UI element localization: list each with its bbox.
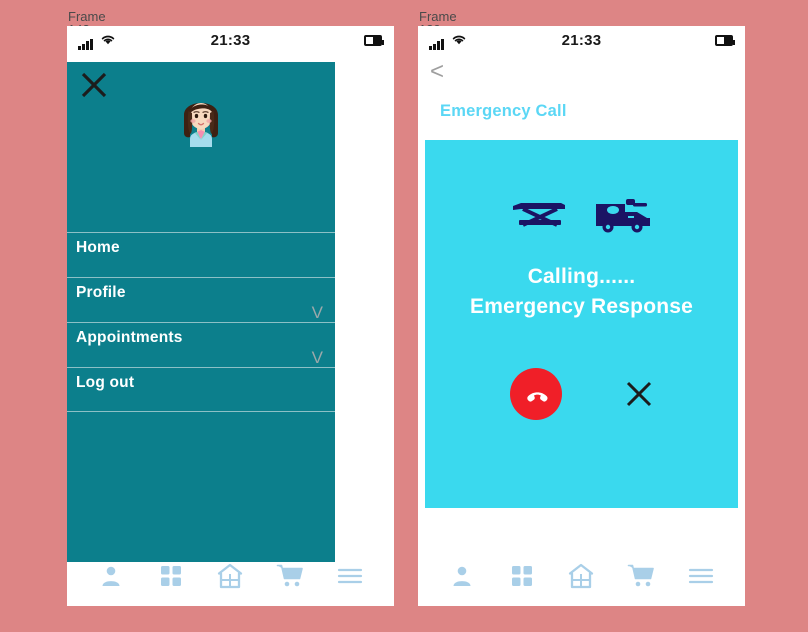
menu-item-log-out[interactable]: Log out bbox=[67, 367, 335, 412]
nav-profile-icon[interactable] bbox=[94, 561, 128, 591]
status-bar-time: 21:33 bbox=[561, 32, 602, 49]
dismiss-call-button[interactable] bbox=[624, 379, 654, 409]
menu-item-label: Log out bbox=[76, 374, 135, 391]
battery-icon bbox=[364, 35, 384, 46]
status-bar: 21:33 bbox=[67, 26, 394, 55]
page-title: Emergency Call bbox=[440, 102, 567, 120]
status-bar-time: 21:33 bbox=[210, 32, 251, 49]
bottom-nav bbox=[67, 554, 394, 598]
chevron-down-icon[interactable]: V bbox=[312, 304, 323, 321]
drawer-menu: Home Profile V Appointments V Log out bbox=[67, 232, 335, 412]
nav-profile-icon[interactable] bbox=[445, 561, 479, 591]
call-panel: Calling...... Emergency Response bbox=[425, 140, 738, 508]
menu-item-appointments[interactable]: Appointments V bbox=[67, 322, 335, 367]
menu-item-label: Profile bbox=[76, 284, 126, 301]
status-bar: 21:33 bbox=[418, 26, 745, 55]
chevron-down-icon[interactable]: V bbox=[312, 349, 323, 366]
nav-cart-icon[interactable] bbox=[624, 561, 658, 591]
nav-menu-icon[interactable] bbox=[333, 561, 367, 591]
nav-house-icon[interactable] bbox=[564, 561, 598, 591]
menu-item-label: Appointments bbox=[76, 329, 183, 346]
close-x-icon[interactable] bbox=[79, 70, 109, 100]
phone-emergency-call-screen: 21:33 < Emergency Call Calling...... Eme… bbox=[418, 26, 745, 606]
hang-up-button[interactable] bbox=[509, 368, 562, 420]
nav-cart-icon[interactable] bbox=[273, 561, 307, 591]
call-actions bbox=[425, 368, 738, 420]
menu-item-profile[interactable]: Profile V bbox=[67, 277, 335, 322]
nav-house-icon[interactable] bbox=[213, 561, 247, 591]
call-status-line2: Emergency Response bbox=[469, 295, 694, 318]
back-button[interactable]: < bbox=[430, 60, 444, 84]
call-illustration bbox=[425, 196, 738, 241]
nav-menu-icon[interactable] bbox=[684, 561, 718, 591]
status-bar-right bbox=[364, 35, 384, 46]
status-bar-right bbox=[715, 35, 735, 46]
menu-item-label: Home bbox=[76, 239, 120, 256]
ambulance-icon bbox=[593, 196, 653, 241]
phone-drawer-screen: 21:33 Home Profile V Appointments V Log … bbox=[67, 26, 394, 606]
avatar bbox=[170, 89, 232, 151]
battery-icon bbox=[715, 35, 735, 46]
menu-item-home[interactable]: Home bbox=[67, 232, 335, 277]
bottom-nav bbox=[418, 554, 745, 598]
stretcher-icon bbox=[511, 198, 567, 239]
call-status-line1: Calling...... bbox=[527, 265, 636, 288]
navigation-drawer: Home Profile V Appointments V Log out bbox=[67, 62, 335, 562]
nav-grid-icon[interactable] bbox=[505, 561, 539, 591]
nav-grid-icon[interactable] bbox=[154, 561, 188, 591]
